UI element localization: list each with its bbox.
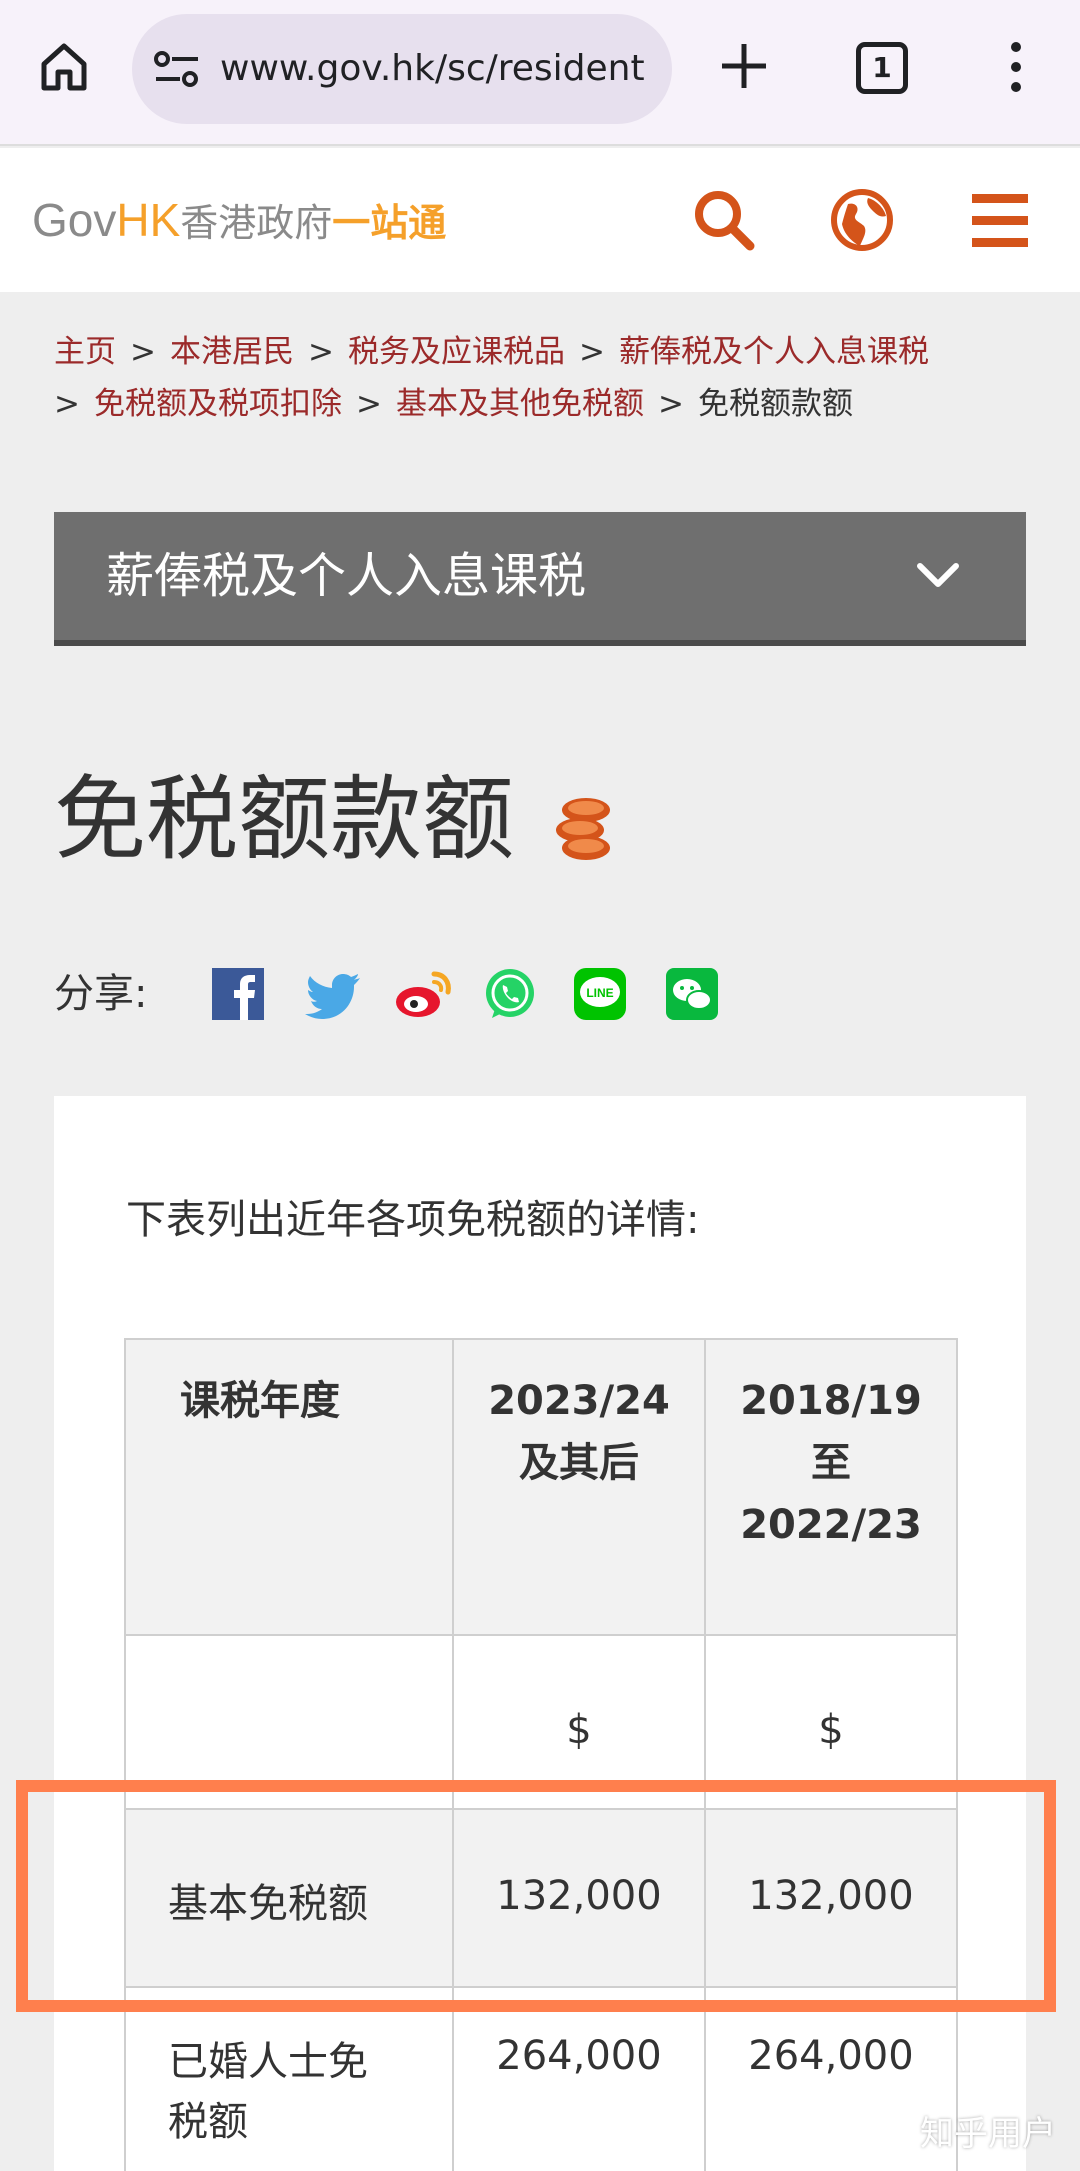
- share-label: 分享:: [54, 971, 148, 1017]
- table-header-2023: 2023/24 及其后: [452, 1338, 706, 1636]
- site-header: GovHK香港政府一站通: [0, 148, 1080, 292]
- intro-text: 下表列出近年各项免税额的详情:: [126, 1197, 700, 1243]
- language-globe-icon[interactable]: [826, 184, 898, 256]
- highlight-box: [16, 1780, 1056, 2012]
- breadcrumb-current: 免税额款额: [697, 386, 853, 422]
- table-row-label: 已婚人士免 税额: [124, 1986, 454, 2171]
- svg-text:LINE: LINE: [586, 986, 613, 1000]
- table-header-2018: 2018/19 至 2022/23: [704, 1338, 958, 1636]
- more-menu-icon[interactable]: [996, 40, 1036, 94]
- home-icon[interactable]: [36, 38, 92, 94]
- address-bar[interactable]: www.gov.hk/sc/resident: [132, 14, 672, 124]
- weibo-icon[interactable]: [392, 966, 454, 1022]
- breadcrumb-link-basic-allowances[interactable]: 基本及其他免税额: [396, 386, 644, 422]
- page-title: 免税额款额: [54, 766, 515, 873]
- breadcrumb-link-tax[interactable]: 税务及应课税品: [348, 334, 565, 370]
- breadcrumb-link-resident[interactable]: 本港居民: [170, 334, 294, 370]
- whatsapp-icon[interactable]: [482, 966, 538, 1022]
- new-tab-icon[interactable]: [718, 40, 770, 92]
- breadcrumb-link-allowances[interactable]: 免税额及税项扣除: [94, 386, 342, 422]
- coins-icon: [556, 798, 610, 860]
- table-cell: 264,000: [452, 1986, 706, 2171]
- table-header-year: 课税年度: [124, 1338, 454, 1636]
- site-settings-icon[interactable]: [152, 50, 202, 88]
- chevron-down-icon: [917, 563, 959, 587]
- zhihu-watermark: 知乎用户: [920, 2114, 1056, 2154]
- line-icon[interactable]: LINE: [572, 966, 628, 1022]
- search-icon[interactable]: [688, 184, 760, 256]
- breadcrumb-link-salaries-tax[interactable]: 薪俸税及个人入息课税: [619, 334, 929, 370]
- section-dropdown[interactable]: 薪俸税及个人入息课税: [54, 512, 1026, 646]
- breadcrumb-link-home[interactable]: 主页: [54, 334, 116, 370]
- twitter-icon[interactable]: [304, 966, 364, 1022]
- browser-toolbar: www.gov.hk/sc/resident 1: [0, 0, 1080, 146]
- tab-switcher-button[interactable]: 1: [856, 42, 908, 94]
- hamburger-menu-icon[interactable]: [966, 184, 1038, 256]
- url-text[interactable]: www.gov.hk/sc/resident: [220, 14, 660, 124]
- section-dropdown-title: 薪俸税及个人入息课税: [106, 548, 587, 604]
- facebook-icon[interactable]: [210, 966, 266, 1022]
- breadcrumb: 主页 > 本港居民 > 税务及应课税品 > 薪俸税及个人入息课税 > 免税额及税项扣除 > 基本及其…: [54, 334, 929, 422]
- wechat-icon[interactable]: [664, 966, 720, 1022]
- govhk-logo[interactable]: GovHK香港政府一站通: [32, 188, 446, 252]
